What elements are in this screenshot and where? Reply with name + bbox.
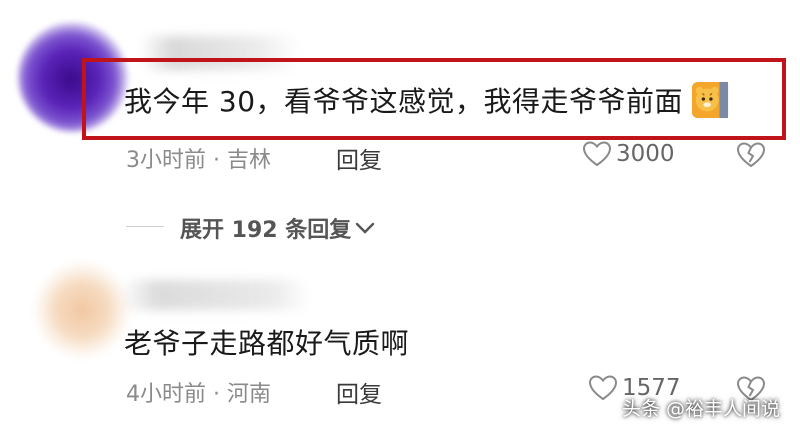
comment-text: 我今年 30，看爷爷这感觉，我得走爷爷前面 [124,80,729,122]
blurred-username [120,280,310,310]
avatar[interactable] [34,262,130,358]
like-count: 3000 [616,141,675,167]
like-button[interactable]: 3000 [582,140,675,168]
tiger-emoji-icon [691,81,729,119]
heart-icon [588,375,618,401]
comment-meta: 3小时前 · 吉林 [126,148,271,173]
expand-replies-button[interactable]: 展开 192 条回复 [180,212,377,244]
comment-text: 老爷子走路都好气质啊 [124,327,410,360]
reply-button[interactable]: 回复 [336,141,382,175]
heart-icon [582,141,612,167]
watermark: 头条 @裕丰人间说 [622,398,781,420]
comment-meta: 4小时前 · 河南 [126,382,271,407]
divider [126,226,164,227]
chevron-down-icon [356,222,375,234]
reply-button[interactable]: 回复 [336,375,382,409]
dislike-icon[interactable] [736,141,766,169]
